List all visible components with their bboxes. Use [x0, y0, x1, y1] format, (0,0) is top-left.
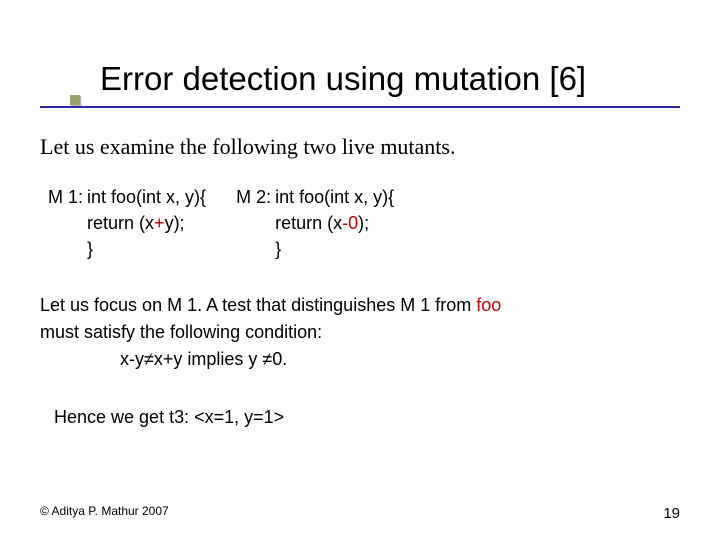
code-text: return (x [87, 213, 154, 233]
slide: Error detection using mutation [6] Let u… [0, 0, 720, 540]
mutant-2-label: M 2: [236, 184, 271, 210]
code-line: } [275, 236, 394, 262]
mutant-1-code: int foo(int x, y){ return (x+y); } [87, 184, 206, 262]
mutant-2: M 2: int foo(int x, y){ return (x-0); } [236, 184, 394, 262]
code-text: y); [165, 213, 185, 233]
foo-ref: foo [476, 295, 501, 315]
mutants-row: M 1: int foo(int x, y){ return (x+y); } … [48, 184, 680, 262]
slide-title: Error detection using mutation [6] [100, 60, 680, 98]
mutant-1-label: M 1: [48, 184, 83, 210]
bullet-decoration [70, 95, 80, 105]
code-text: ); [358, 213, 369, 233]
mutant-2-code: int foo(int x, y){ return (x-0); } [275, 184, 394, 262]
code-line: return (x+y); [87, 210, 206, 236]
condition: x-y≠x+y implies y ≠0. [120, 346, 680, 373]
result-line: Hence we get t3: <x=1, y=1> [54, 407, 680, 428]
explain-line-1: Let us focus on M 1. A test that disting… [40, 292, 680, 319]
mutant-1: M 1: int foo(int x, y){ return (x+y); } [48, 184, 206, 262]
code-line: } [87, 236, 206, 262]
text: Let us focus on M 1. A test that disting… [40, 295, 476, 315]
copyright: © Aditya P. Mathur 2007 [40, 504, 169, 518]
explanation: Let us focus on M 1. A test that disting… [40, 292, 680, 373]
code-line: int foo(int x, y){ [87, 184, 206, 210]
mutation-operator: + [154, 213, 165, 233]
code-text: return (x [275, 213, 342, 233]
page-number: 19 [663, 505, 680, 522]
code-line: int foo(int x, y){ [275, 184, 394, 210]
explain-line-2: must satisfy the following condition: [40, 319, 680, 346]
code-line: return (x-0); [275, 210, 394, 236]
mutation-operator: -0 [342, 213, 358, 233]
title-block: Error detection using mutation [6] [100, 60, 680, 98]
intro-text: Let us examine the following two live mu… [40, 134, 680, 160]
title-underline [40, 106, 680, 108]
